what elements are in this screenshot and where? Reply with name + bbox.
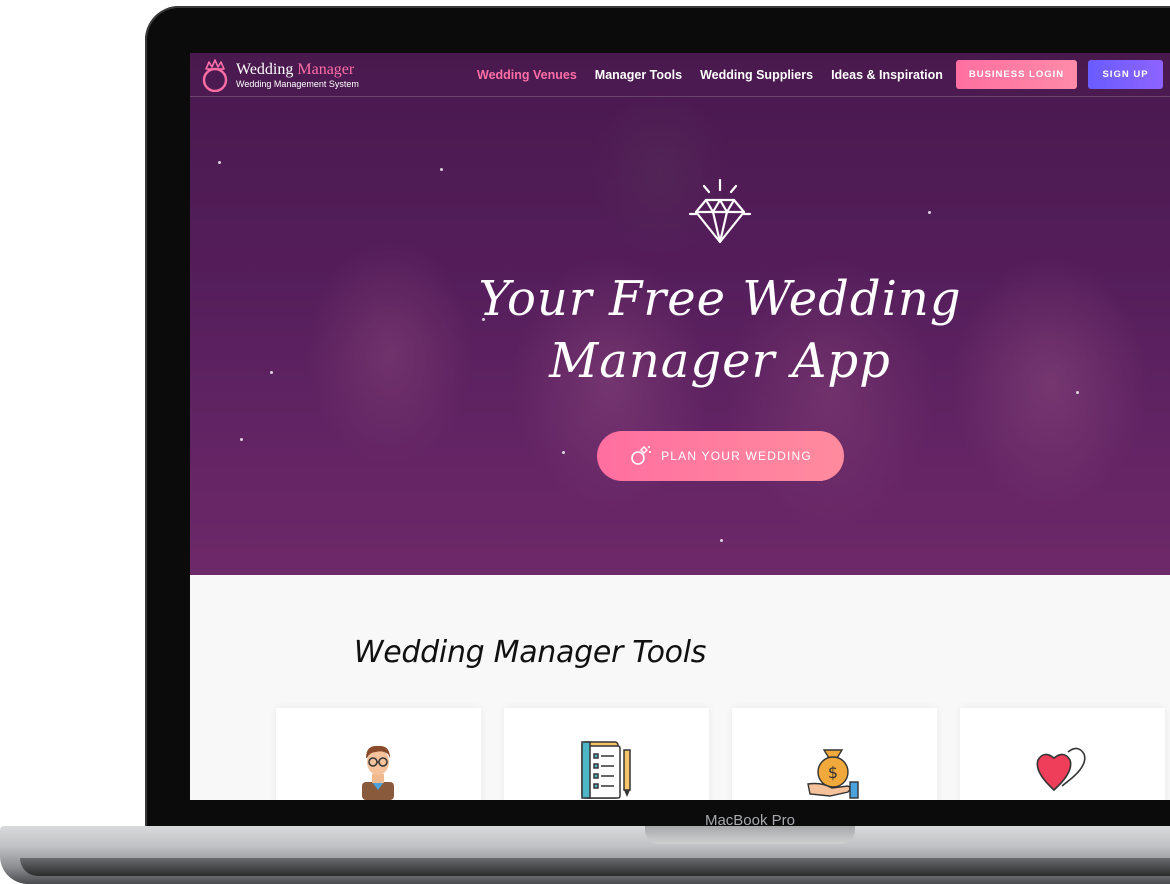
ring-icon [631,446,652,465]
tool-card-checklist[interactable] [504,708,709,800]
tool-card-guest[interactable] [276,708,481,800]
tool-card-budget[interactable]: $ [732,708,937,800]
business-login-button[interactable]: BUSINESS LOGIN [956,60,1077,89]
nav-manager-tools[interactable]: Manager Tools [595,68,682,82]
logo-title: Wedding Manager [236,60,355,78]
sparkle [218,161,221,164]
sparkle [440,168,443,171]
nav-ideas-inspiration[interactable]: Ideas & Inspiration [831,68,943,82]
tools-section-title: Wedding Manager Tools [353,635,707,670]
tool-card-favorites[interactable] [960,708,1165,800]
sign-up-button[interactable]: SIGN UP [1088,60,1163,89]
svg-text:$: $ [828,763,838,782]
money-bag-hand-icon: $ [807,749,859,799]
two-hearts-icon [1036,747,1086,792]
sparkle [270,371,273,374]
top-navbar: Wedding Manager Wedding Management Syste… [190,53,1170,97]
browser-screen: Wedding Manager Wedding Management Syste… [190,53,1170,800]
checklist-notebook-icon [581,741,631,799]
plan-your-wedding-button[interactable]: PLAN YOUR WEDDING [597,431,844,481]
hero-section: Wedding Manager Wedding Management Syste… [190,53,1170,575]
groom-avatar-icon [362,745,394,800]
diamond-icon [688,178,752,244]
hero-title: Your Free Wedding Manager App [380,268,1060,392]
hero-title-line2: Manager App [549,333,891,389]
cta-label: PLAN YOUR WEDDING [661,449,812,463]
sparkle [1076,391,1079,394]
ring-crown-icon [202,59,228,92]
sparkle [720,539,723,542]
hero-title-line1: Your Free Wedding [478,271,962,327]
sparkle [928,211,931,214]
sparkle [240,438,243,441]
main-nav: Wedding Venues Manager Tools Wedding Sup… [477,68,961,82]
nav-wedding-suppliers[interactable]: Wedding Suppliers [700,68,813,82]
nav-wedding-venues[interactable]: Wedding Venues [477,68,577,82]
sparkle [562,451,565,454]
site-logo[interactable]: Wedding Manager Wedding Management Syste… [200,58,359,92]
laptop-base-edge [20,858,1170,876]
logo-subtitle: Wedding Management System [236,78,359,89]
device-label: MacBook Pro [704,812,796,829]
